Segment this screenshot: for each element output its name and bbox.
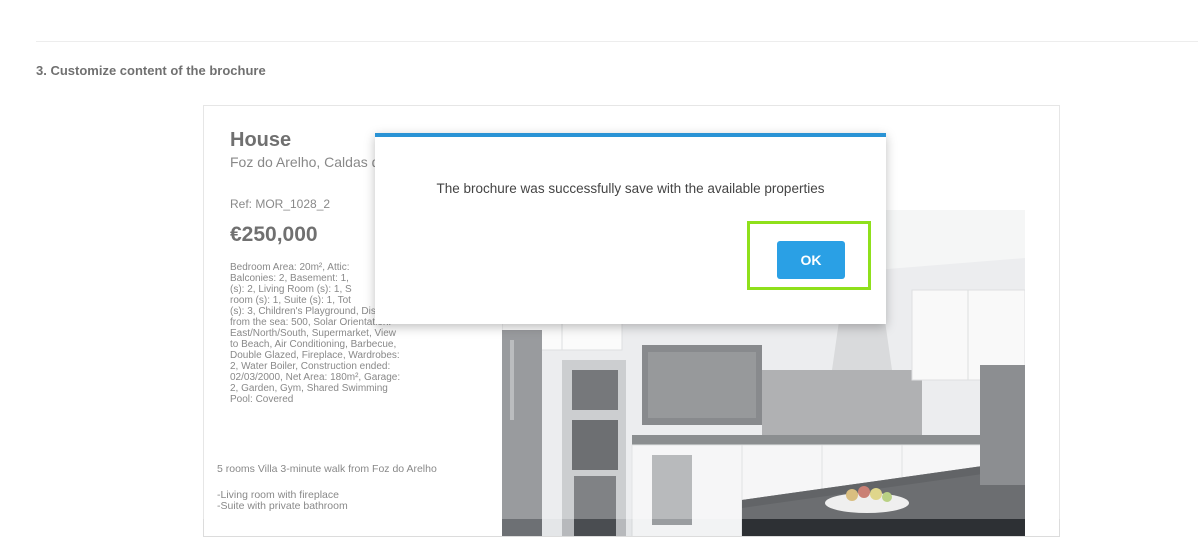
- dialog-message: The brochure was successfully save with …: [436, 181, 825, 196]
- ok-button[interactable]: OK: [777, 241, 845, 279]
